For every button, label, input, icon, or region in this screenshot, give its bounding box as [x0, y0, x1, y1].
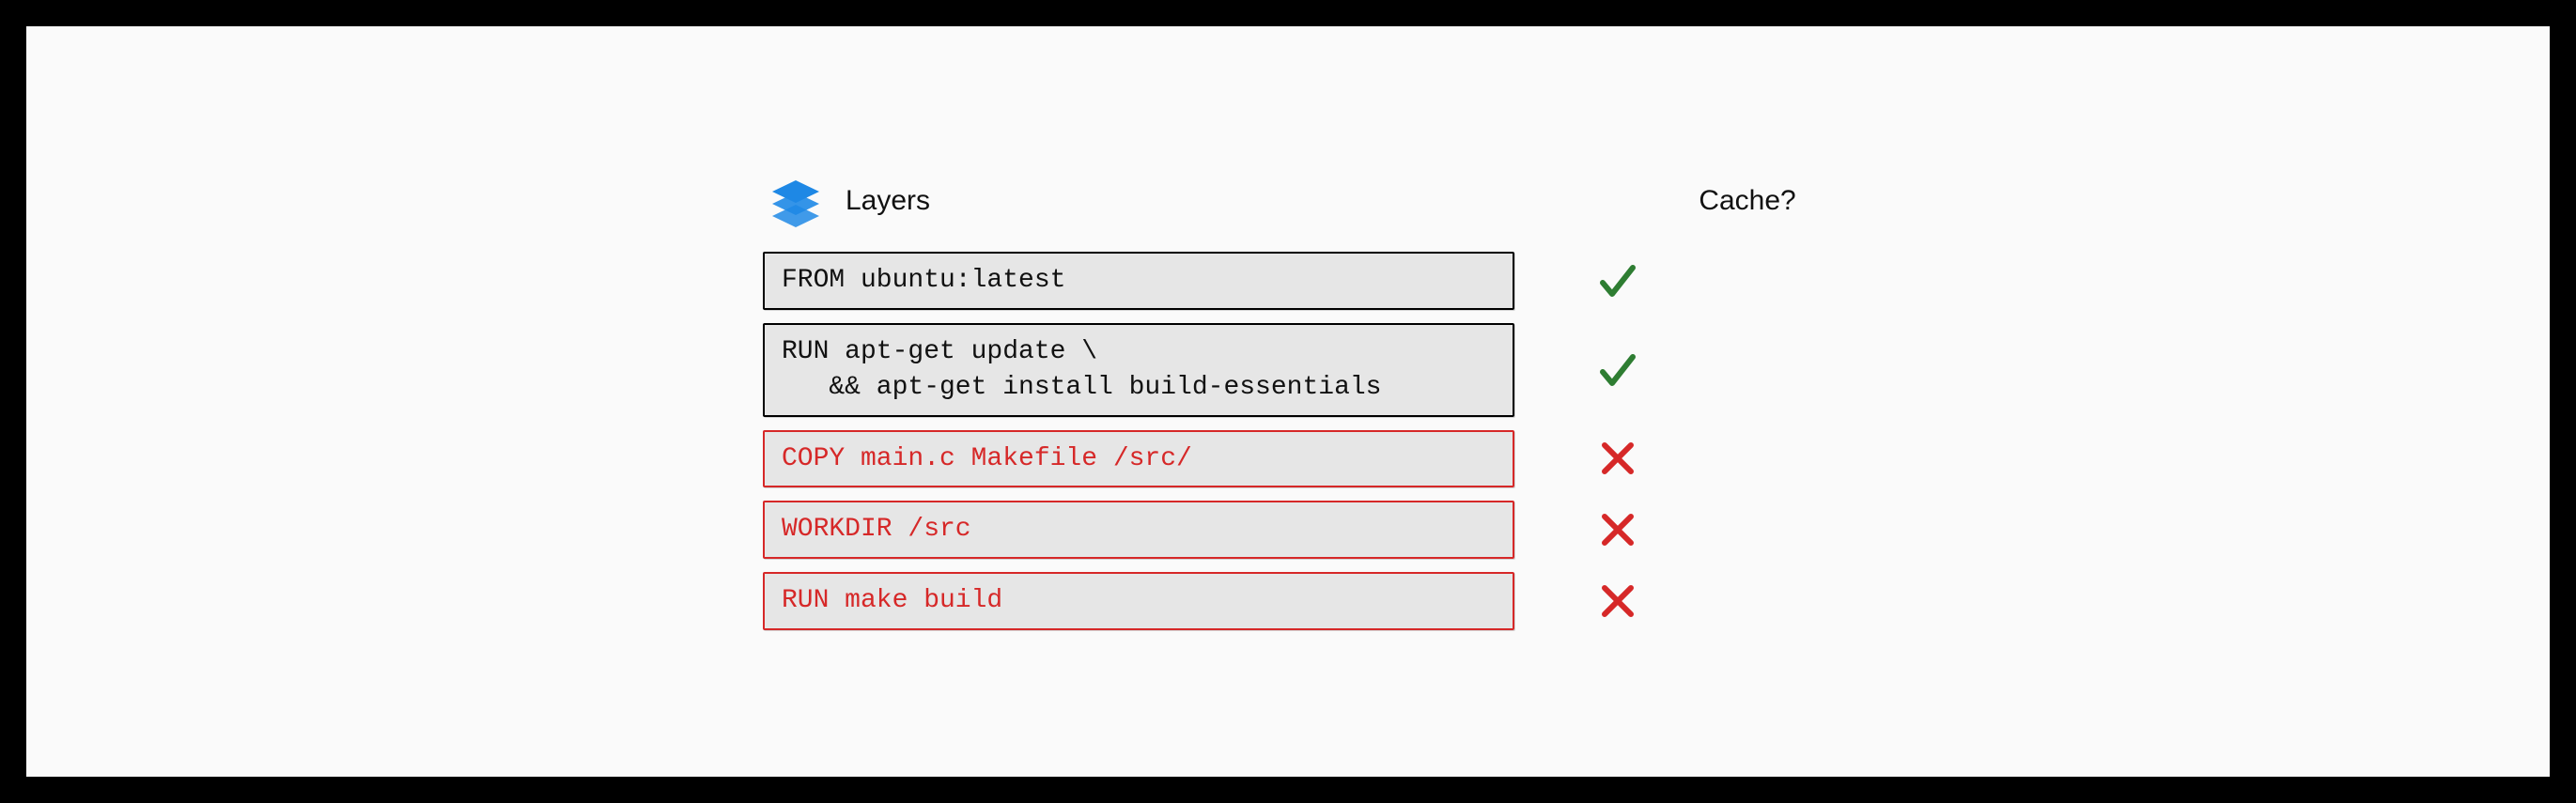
layer-box: RUN apt-get update \ && apt-get install … [763, 323, 1514, 417]
layer-box-invalidated: WORKDIR /src [763, 501, 1514, 559]
layer-row: RUN make build [763, 572, 1813, 630]
cache-status-check-icon [1552, 258, 1684, 303]
diagram-canvas: Layers Cache? FROM ubuntu:latest RUN apt… [26, 26, 2550, 777]
layer-box-invalidated: COPY main.c Makefile /src/ [763, 430, 1514, 488]
outer-frame: Layers Cache? FROM ubuntu:latest RUN apt… [0, 0, 2576, 803]
layer-box-invalidated: RUN make build [763, 572, 1514, 630]
cache-status-cross-icon [1552, 438, 1684, 479]
layer-row: RUN apt-get update \ && apt-get install … [763, 323, 1813, 417]
layer-box: FROM ubuntu:latest [763, 252, 1514, 310]
cache-status-check-icon [1552, 347, 1684, 393]
cache-column-header: Cache? [1682, 185, 1813, 217]
header-row: Layers Cache? [763, 173, 1813, 229]
layers-icon [763, 173, 829, 229]
layer-row: WORKDIR /src [763, 501, 1813, 559]
diagram-content: Layers Cache? FROM ubuntu:latest RUN apt… [763, 173, 1813, 630]
cache-status-cross-icon [1552, 509, 1684, 550]
layer-row: COPY main.c Makefile /src/ [763, 430, 1813, 488]
layers-column-header: Layers [846, 185, 930, 217]
cache-status-cross-icon [1552, 580, 1684, 622]
layer-row: FROM ubuntu:latest [763, 252, 1813, 310]
